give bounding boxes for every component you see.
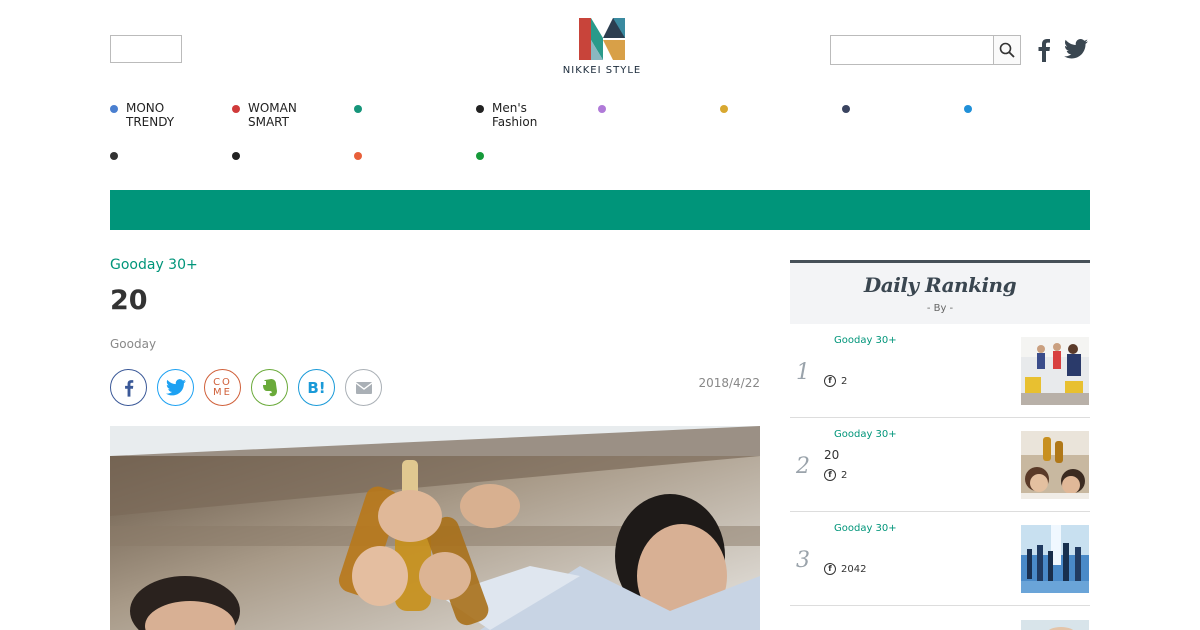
- mail-share-icon[interactable]: [345, 369, 382, 406]
- nav-item-5[interactable]: [598, 101, 614, 113]
- facebook-count-icon: f: [824, 563, 836, 575]
- nav-item-7[interactable]: [842, 101, 858, 113]
- nav-item-10[interactable]: [232, 148, 248, 160]
- nav-item-label: WOMAN SMART: [248, 101, 297, 129]
- facebook-count-icon: f: [824, 469, 836, 481]
- article-title: 20: [110, 285, 148, 316]
- nav-bullet-icon: [720, 105, 728, 113]
- fb-count-value: 2: [841, 375, 848, 387]
- ranking-category[interactable]: Gooday 30+: [834, 335, 897, 346]
- search-input[interactable]: [831, 36, 993, 64]
- nikkei-style-logo[interactable]: NIKKEI STYLE: [558, 18, 646, 76]
- ranking-header: Daily Ranking - By -: [790, 260, 1090, 324]
- article-date: 2018/4/22: [698, 376, 760, 390]
- nav-item-label: Men's Fashion: [492, 101, 537, 129]
- green-banner: [110, 190, 1090, 230]
- ranking-thumbnail[interactable]: [1021, 337, 1089, 405]
- ranking-thumbnail[interactable]: [1021, 431, 1089, 499]
- nav-bullet-icon: [842, 105, 850, 113]
- nav-item-11[interactable]: [354, 148, 370, 160]
- ranking-thumbnail[interactable]: [1021, 525, 1089, 593]
- nav-label-line1: MONO: [126, 101, 165, 115]
- article-source: Gooday: [110, 337, 157, 351]
- ranking-number: 3: [796, 548, 810, 573]
- twitter-share-icon[interactable]: [157, 369, 194, 406]
- nav-label-line2: TRENDY: [126, 115, 175, 129]
- nav-item-3[interactable]: [354, 101, 370, 113]
- ranking-number: 1: [796, 360, 810, 385]
- article-category[interactable]: Gooday 30+: [110, 257, 198, 273]
- ranking-title-text[interactable]: 20: [824, 448, 839, 462]
- ranking-subtitle: - By -: [926, 303, 954, 314]
- hatena-bookmark-icon[interactable]: B!: [298, 369, 335, 406]
- ranking-fb-count: f 2042: [824, 563, 866, 575]
- search-box: [830, 35, 1021, 65]
- nav-item-2[interactable]: WOMAN SMART: [232, 101, 297, 129]
- ranking-category[interactable]: Gooday 30+: [834, 523, 897, 534]
- nav-bullet-icon: [476, 152, 484, 160]
- nav-bullet-icon: [476, 105, 484, 113]
- header-left-box[interactable]: [110, 35, 182, 63]
- ranking-title: Daily Ranking: [863, 273, 1017, 297]
- nav-bullet-icon: [354, 105, 362, 113]
- ranking-item[interactable]: 2 Gooday 30+ 20 f2: [790, 418, 1090, 512]
- nav-item-12[interactable]: [476, 148, 492, 160]
- facebook-count-icon: f: [824, 375, 836, 387]
- nav-item-9[interactable]: [110, 148, 126, 160]
- nav-bullet-icon: [354, 152, 362, 160]
- nav-label-line1: Men's: [492, 101, 527, 115]
- nav-item-8[interactable]: [964, 101, 980, 113]
- nav-label-line1: WOMAN: [248, 101, 297, 115]
- twitter-icon[interactable]: [1064, 38, 1088, 64]
- nav-label-line2: SMART: [248, 115, 289, 129]
- ranking-thumbnail-partial[interactable]: [1021, 620, 1089, 630]
- logo-text: NIKKEI STYLE: [562, 65, 642, 76]
- nav-bullet-icon: [232, 152, 240, 160]
- ranking-fb-count: f2: [824, 469, 847, 481]
- search-icon: [999, 42, 1015, 58]
- ranking-item[interactable]: 1 Gooday 30+ f2: [790, 324, 1090, 418]
- nav-bullet-icon: [110, 105, 118, 113]
- ranking-number: 2: [796, 454, 810, 479]
- ranking-item[interactable]: 3 Gooday 30+ f 2042: [790, 512, 1090, 606]
- nav-bullet-icon: [232, 105, 240, 113]
- article-photo: [110, 426, 760, 630]
- nav-label-line2: Fashion: [492, 115, 538, 129]
- nav-item-label: MONO TRENDY: [126, 101, 174, 129]
- come-share-icon[interactable]: CO ME: [204, 369, 241, 406]
- fb-count-value: 2: [841, 469, 848, 481]
- facebook-icon[interactable]: [1037, 38, 1051, 66]
- search-button[interactable]: [993, 36, 1020, 64]
- evernote-share-icon[interactable]: [251, 369, 288, 406]
- nav-bullet-icon: [598, 105, 606, 113]
- nav-bullet-icon: [964, 105, 972, 113]
- ranking-fb-count: f2: [824, 375, 847, 387]
- fb-count-value: 2042: [841, 563, 867, 575]
- n-logo-icon: [579, 18, 625, 60]
- ranking-category[interactable]: Gooday 30+: [834, 429, 897, 440]
- nav-item-6[interactable]: [720, 101, 736, 113]
- nav-item-1[interactable]: MONO TRENDY: [110, 101, 174, 129]
- nav-item-4[interactable]: Men's Fashion: [476, 101, 537, 129]
- facebook-share-icon[interactable]: [110, 369, 147, 406]
- nav-bullet-icon: [110, 152, 118, 160]
